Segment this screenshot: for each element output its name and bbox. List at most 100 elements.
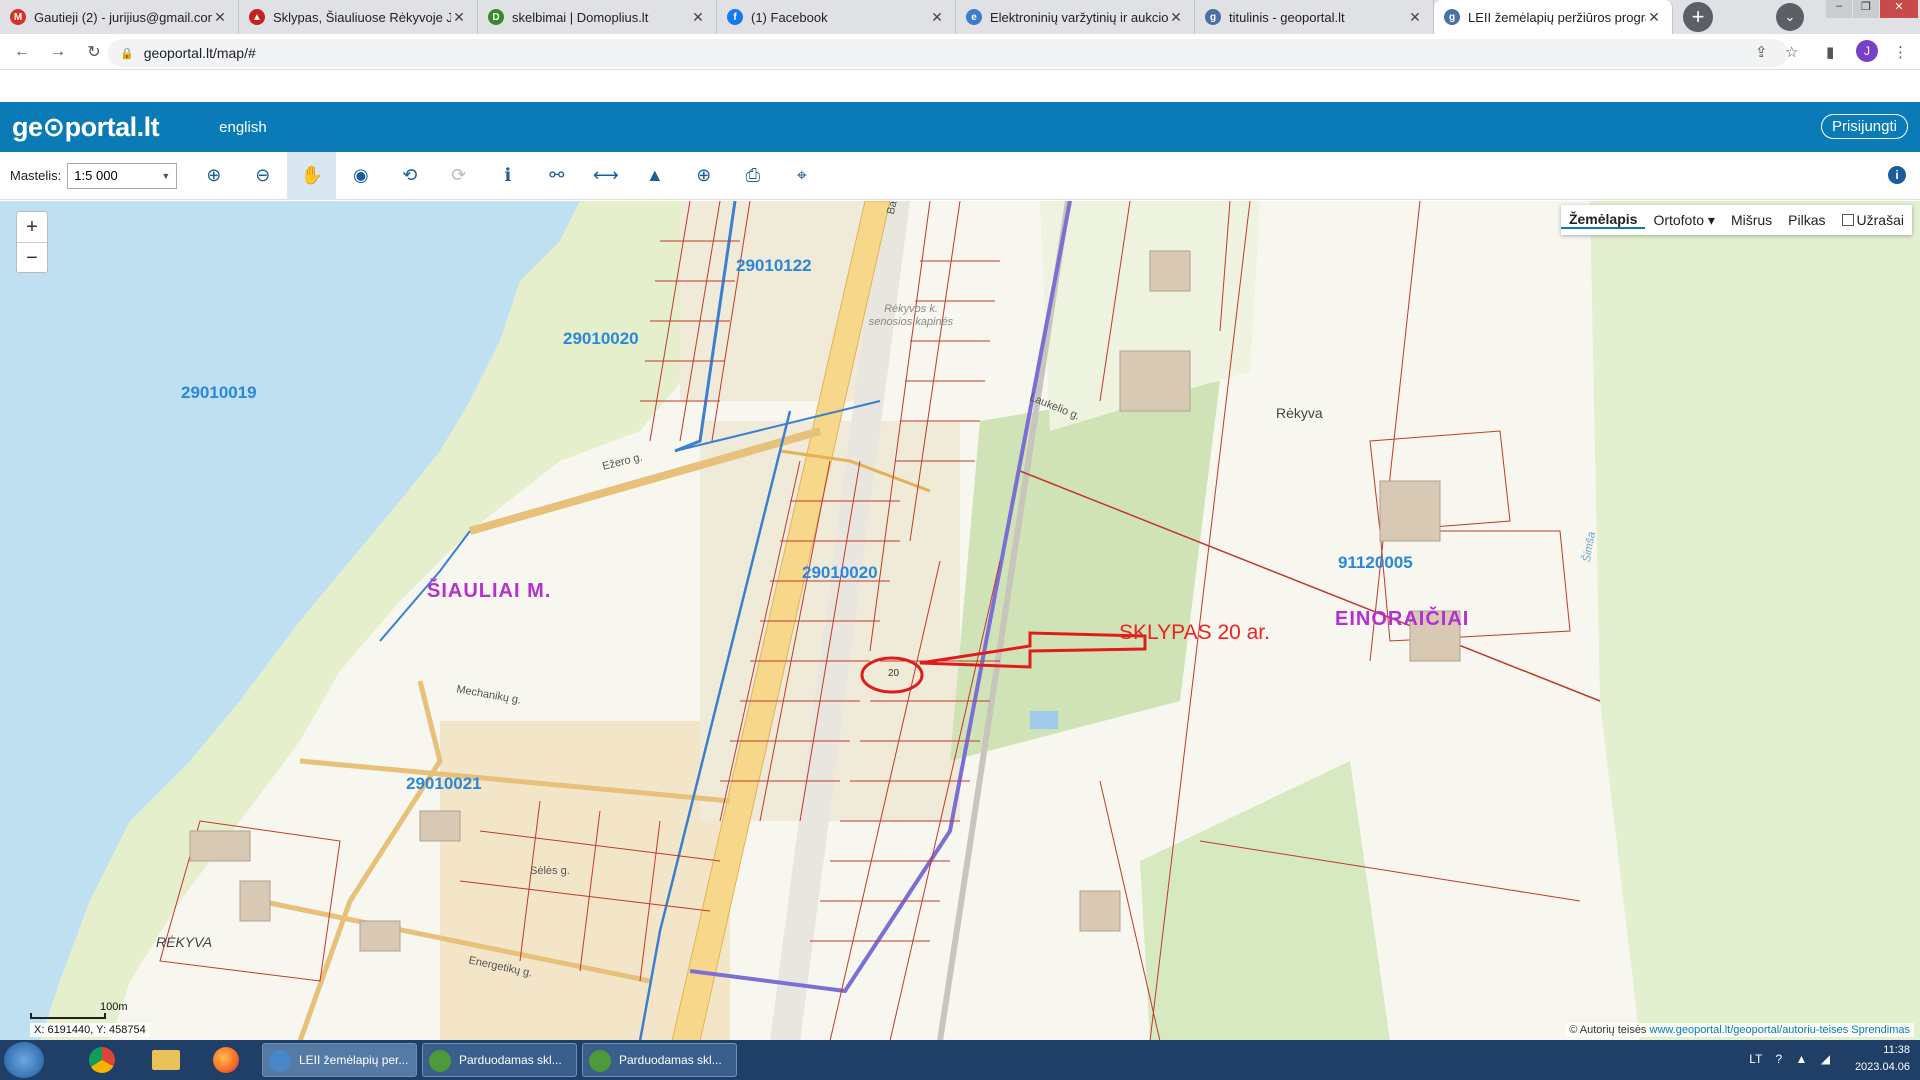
reload-button[interactable]: ↻ xyxy=(80,38,108,66)
town-label: EINORAIČIAI xyxy=(1335,608,1470,630)
close-tab-icon[interactable]: ✕ xyxy=(1646,9,1662,26)
new-tab-button[interactable]: + xyxy=(1683,2,1713,32)
browser-tab[interactable]: ▲ Sklypas, Šiauliuose Rėkyvoje Jakš✕ xyxy=(239,0,478,34)
volume-icon[interactable]: ◢ xyxy=(1821,1052,1830,1066)
previous-extent-tool[interactable]: ⟲ xyxy=(385,152,434,200)
close-tab-icon[interactable]: ✕ xyxy=(1168,9,1184,26)
cadastral-label: 29010020 xyxy=(802,563,878,582)
close-tab-icon[interactable]: ✕ xyxy=(929,9,945,26)
clock-time: 11:38 xyxy=(1883,1044,1910,1056)
minimize-button[interactable]: – xyxy=(1826,0,1852,18)
start-button[interactable] xyxy=(4,1042,44,1078)
bookmark-star-icon[interactable]: ☆ xyxy=(1785,43,1798,61)
attribution-extra-link[interactable]: Sprendimas xyxy=(1851,1024,1910,1036)
chrome-icon[interactable] xyxy=(82,1044,122,1076)
language-link[interactable]: english xyxy=(219,119,267,136)
labels-toggle[interactable]: Užrašai xyxy=(1834,212,1912,228)
menu-dots-icon[interactable]: ⋮ xyxy=(1893,43,1908,61)
close-tab-icon[interactable]: ✕ xyxy=(1407,9,1423,26)
link-tool[interactable]: ⚯ xyxy=(532,152,581,200)
tab-title: titulinis - geoportal.lt xyxy=(1229,9,1345,25)
arrow-left-icon: ← xyxy=(14,42,30,60)
aruodas-icon: ▲ xyxy=(249,9,265,25)
basemap-option[interactable]: Mišrus xyxy=(1723,212,1780,228)
maximize-button[interactable]: ❐ xyxy=(1853,0,1879,18)
close-tab-icon[interactable]: ✕ xyxy=(451,9,467,26)
browser-tab[interactable]: f (1) Facebook ✕ xyxy=(717,0,956,34)
add-data-tool[interactable]: ⊕ xyxy=(679,152,728,200)
parcel-number-label: 20 xyxy=(888,668,900,679)
zoom-out-button[interactable]: − xyxy=(17,242,47,272)
checkbox-icon xyxy=(1841,214,1854,226)
browser-tab[interactable]: Dskelbimai | Domoplius.lt ✕ xyxy=(478,0,717,34)
side-road xyxy=(297,680,443,1041)
domoplius-icon: D xyxy=(488,9,504,25)
full-extent-tool[interactable]: ◉ xyxy=(336,152,385,200)
cursor-coordinates: X: 6191440, Y: 458754 xyxy=(30,1023,150,1037)
back-button[interactable]: ← xyxy=(8,38,36,66)
language-indicator[interactable]: LT xyxy=(1749,1052,1762,1066)
taskbar-window[interactable]: LEII žemėlapių per... xyxy=(262,1043,417,1077)
close-tab-icon[interactable]: ✕ xyxy=(212,9,228,26)
clock[interactable]: 11:38 2023.04.06 xyxy=(1855,1042,1910,1076)
map-canvas[interactable]: 29010020 29010122 29010019 29010020 2901… xyxy=(0,201,1920,1041)
firefox-icon[interactable] xyxy=(206,1044,246,1076)
print-tool[interactable]: ⎙ xyxy=(728,152,777,200)
profile-tool[interactable]: ▲ xyxy=(630,152,679,200)
scale-bar: 100m xyxy=(30,1001,128,1019)
reload-icon: ↻ xyxy=(87,43,101,61)
map-toolbar: Mastelis: 1:5 000 ▼ ⊕ ⊖ ✋ ◉ ⟲ ⟳ ℹ ⚯ ⟷ ▲ ⊕ ⎙ ⌖ i xyxy=(0,151,1920,200)
domoplius-icon xyxy=(589,1050,611,1072)
file-explorer-icon[interactable] xyxy=(146,1044,186,1076)
chevron-down-icon: ▼ xyxy=(161,170,171,181)
address-toolbar: ← → ↻ 🔒 geoportal.lt/map/# ⇪ ☆ ▮ J ⋮ xyxy=(0,34,1920,70)
next-extent-tool: ⟳ xyxy=(451,165,467,185)
facebook-icon: f xyxy=(727,9,743,25)
geoportal-logo[interactable]: ge⊙portal.lt xyxy=(12,112,160,143)
info-icon[interactable]: i xyxy=(1888,166,1906,184)
browser-tab[interactable]: g LEII žemėlapių peržiūros program ✕ xyxy=(1434,0,1673,34)
place-label: RĖKYVA xyxy=(156,934,213,950)
close-window-button[interactable]: ✕ xyxy=(1880,0,1918,18)
scale-bar-label: 100m xyxy=(100,1001,128,1013)
arrow-right-icon: → xyxy=(50,42,66,60)
field-green xyxy=(1140,761,1390,1041)
attribution-text: © Autorių teisės xyxy=(1569,1024,1647,1036)
tab-title: skelbimai | Domoplius.lt xyxy=(512,9,649,25)
chrome-icon xyxy=(269,1050,291,1072)
measure-tool[interactable]: ⟷ xyxy=(581,152,630,200)
zoom-in-button[interactable]: + xyxy=(17,212,47,242)
scale-bar-graphic xyxy=(30,1013,106,1019)
windows-taskbar: LEII žemėlapių per... Parduodamas skl...… xyxy=(0,1040,1920,1080)
browser-tab[interactable]: g titulinis - geoportal.lt ✕ xyxy=(1195,0,1434,34)
help-icon[interactable]: ? xyxy=(1776,1052,1783,1066)
tab-search-button[interactable]: ⌄ xyxy=(1776,3,1804,31)
login-button[interactable]: Prisijungti xyxy=(1820,114,1908,139)
basemap-option[interactable]: Pilkas xyxy=(1780,212,1833,228)
attribution-link[interactable]: www.geoportal.lt/geoportal/autoriu-teise… xyxy=(1650,1024,1849,1036)
browser-tab-bar: M Gautieji (2) - jurijius@gmail.com ✕ ▲ Skly… xyxy=(0,0,1920,34)
basemap-option[interactable]: Žemėlapis xyxy=(1560,211,1646,229)
taskbar-window[interactable]: Parduodamas skl... xyxy=(422,1043,577,1077)
close-tab-icon[interactable]: ✕ xyxy=(690,9,706,26)
tab-title: Elektroninių varžytinių ir aukcion xyxy=(990,9,1168,25)
pan-tool[interactable]: ✋ xyxy=(287,151,337,200)
forward-button[interactable]: → xyxy=(44,38,72,66)
tab-title: Sklypas, Šiauliuose Rėkyvoje Jakš xyxy=(273,9,451,25)
side-panel-icon[interactable]: ▮ xyxy=(1826,43,1834,61)
basemap-option[interactable]: Ortofoto ▾ xyxy=(1645,212,1723,229)
browser-tab[interactable]: e Elektroninių varžytinių ir aukcion ✕ xyxy=(956,0,1195,34)
taskbar-window[interactable]: Parduodamas skl... xyxy=(582,1043,737,1077)
locate-tool[interactable]: ⌖ xyxy=(777,152,826,200)
share-icon[interactable]: ⇪ xyxy=(1755,43,1768,61)
zoom-out-tool[interactable]: ⊖ xyxy=(238,152,287,200)
profile-avatar[interactable]: J xyxy=(1856,40,1878,62)
url-field[interactable]: 🔒 geoportal.lt/map/# xyxy=(108,39,1788,67)
basemap-switcher: Žemėlapis Ortofoto ▾ Mišrus Pilkas Užraš… xyxy=(1560,205,1912,235)
scale-select[interactable]: 1:5 000 ▼ xyxy=(67,162,178,189)
browser-tab[interactable]: M Gautieji (2) - jurijius@gmail.com ✕ xyxy=(0,0,239,34)
identify-tool[interactable]: ℹ xyxy=(483,152,532,200)
auction-icon: e xyxy=(966,9,982,25)
network-icon[interactable]: ▲ xyxy=(1796,1052,1808,1066)
zoom-in-tool[interactable]: ⊕ xyxy=(189,152,238,200)
